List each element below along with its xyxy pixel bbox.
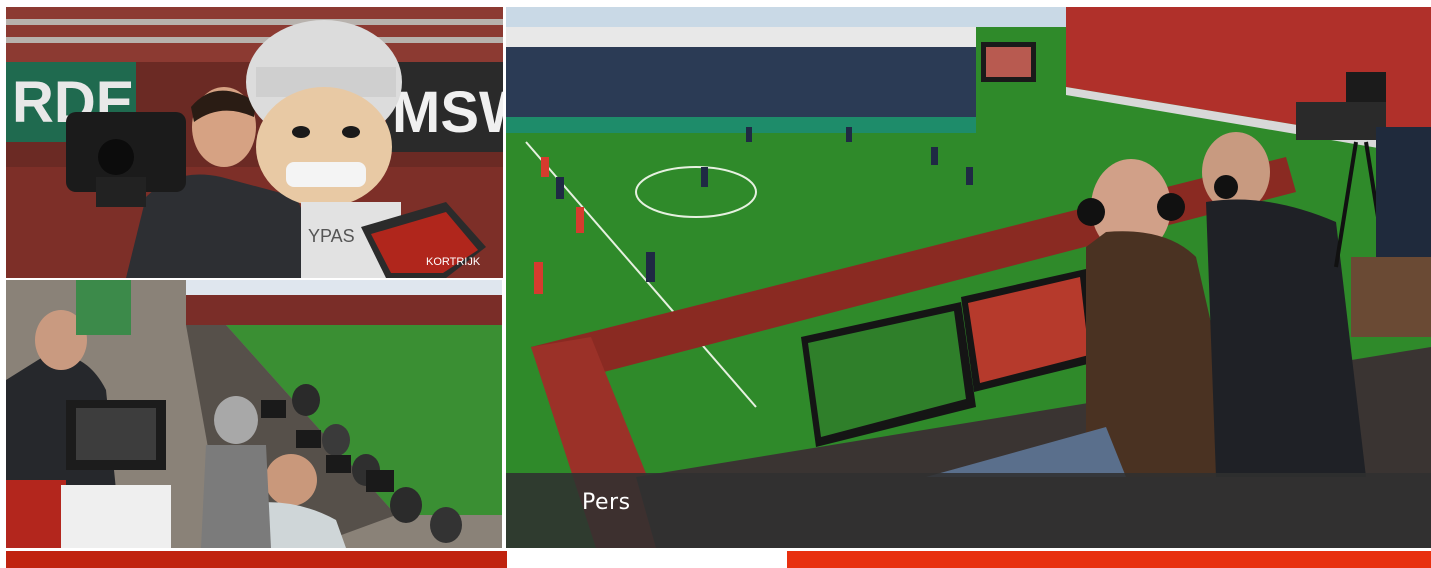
accent-bar-left xyxy=(6,551,507,568)
accent-bar-right xyxy=(787,551,1431,568)
photo-press-tribune xyxy=(6,280,502,548)
shield-sign-text: KORTRIJK xyxy=(426,256,481,268)
photo-cameraman-mascot: RDE MSWI YPAS KORTRIJK xyxy=(6,7,503,278)
caption-bar: Pers xyxy=(506,473,1431,548)
press-tribune-image xyxy=(6,280,502,548)
photo-stadium-commentators: Pers xyxy=(506,7,1431,548)
caption-title[interactable]: Pers xyxy=(582,490,631,515)
cameraman-image: RDE MSWI YPAS KORTRIJK xyxy=(6,7,503,278)
mascot-shirt-text: YPAS xyxy=(308,226,355,246)
banner-right-text: MSWI xyxy=(392,80,503,145)
stadium-image xyxy=(506,7,1431,548)
